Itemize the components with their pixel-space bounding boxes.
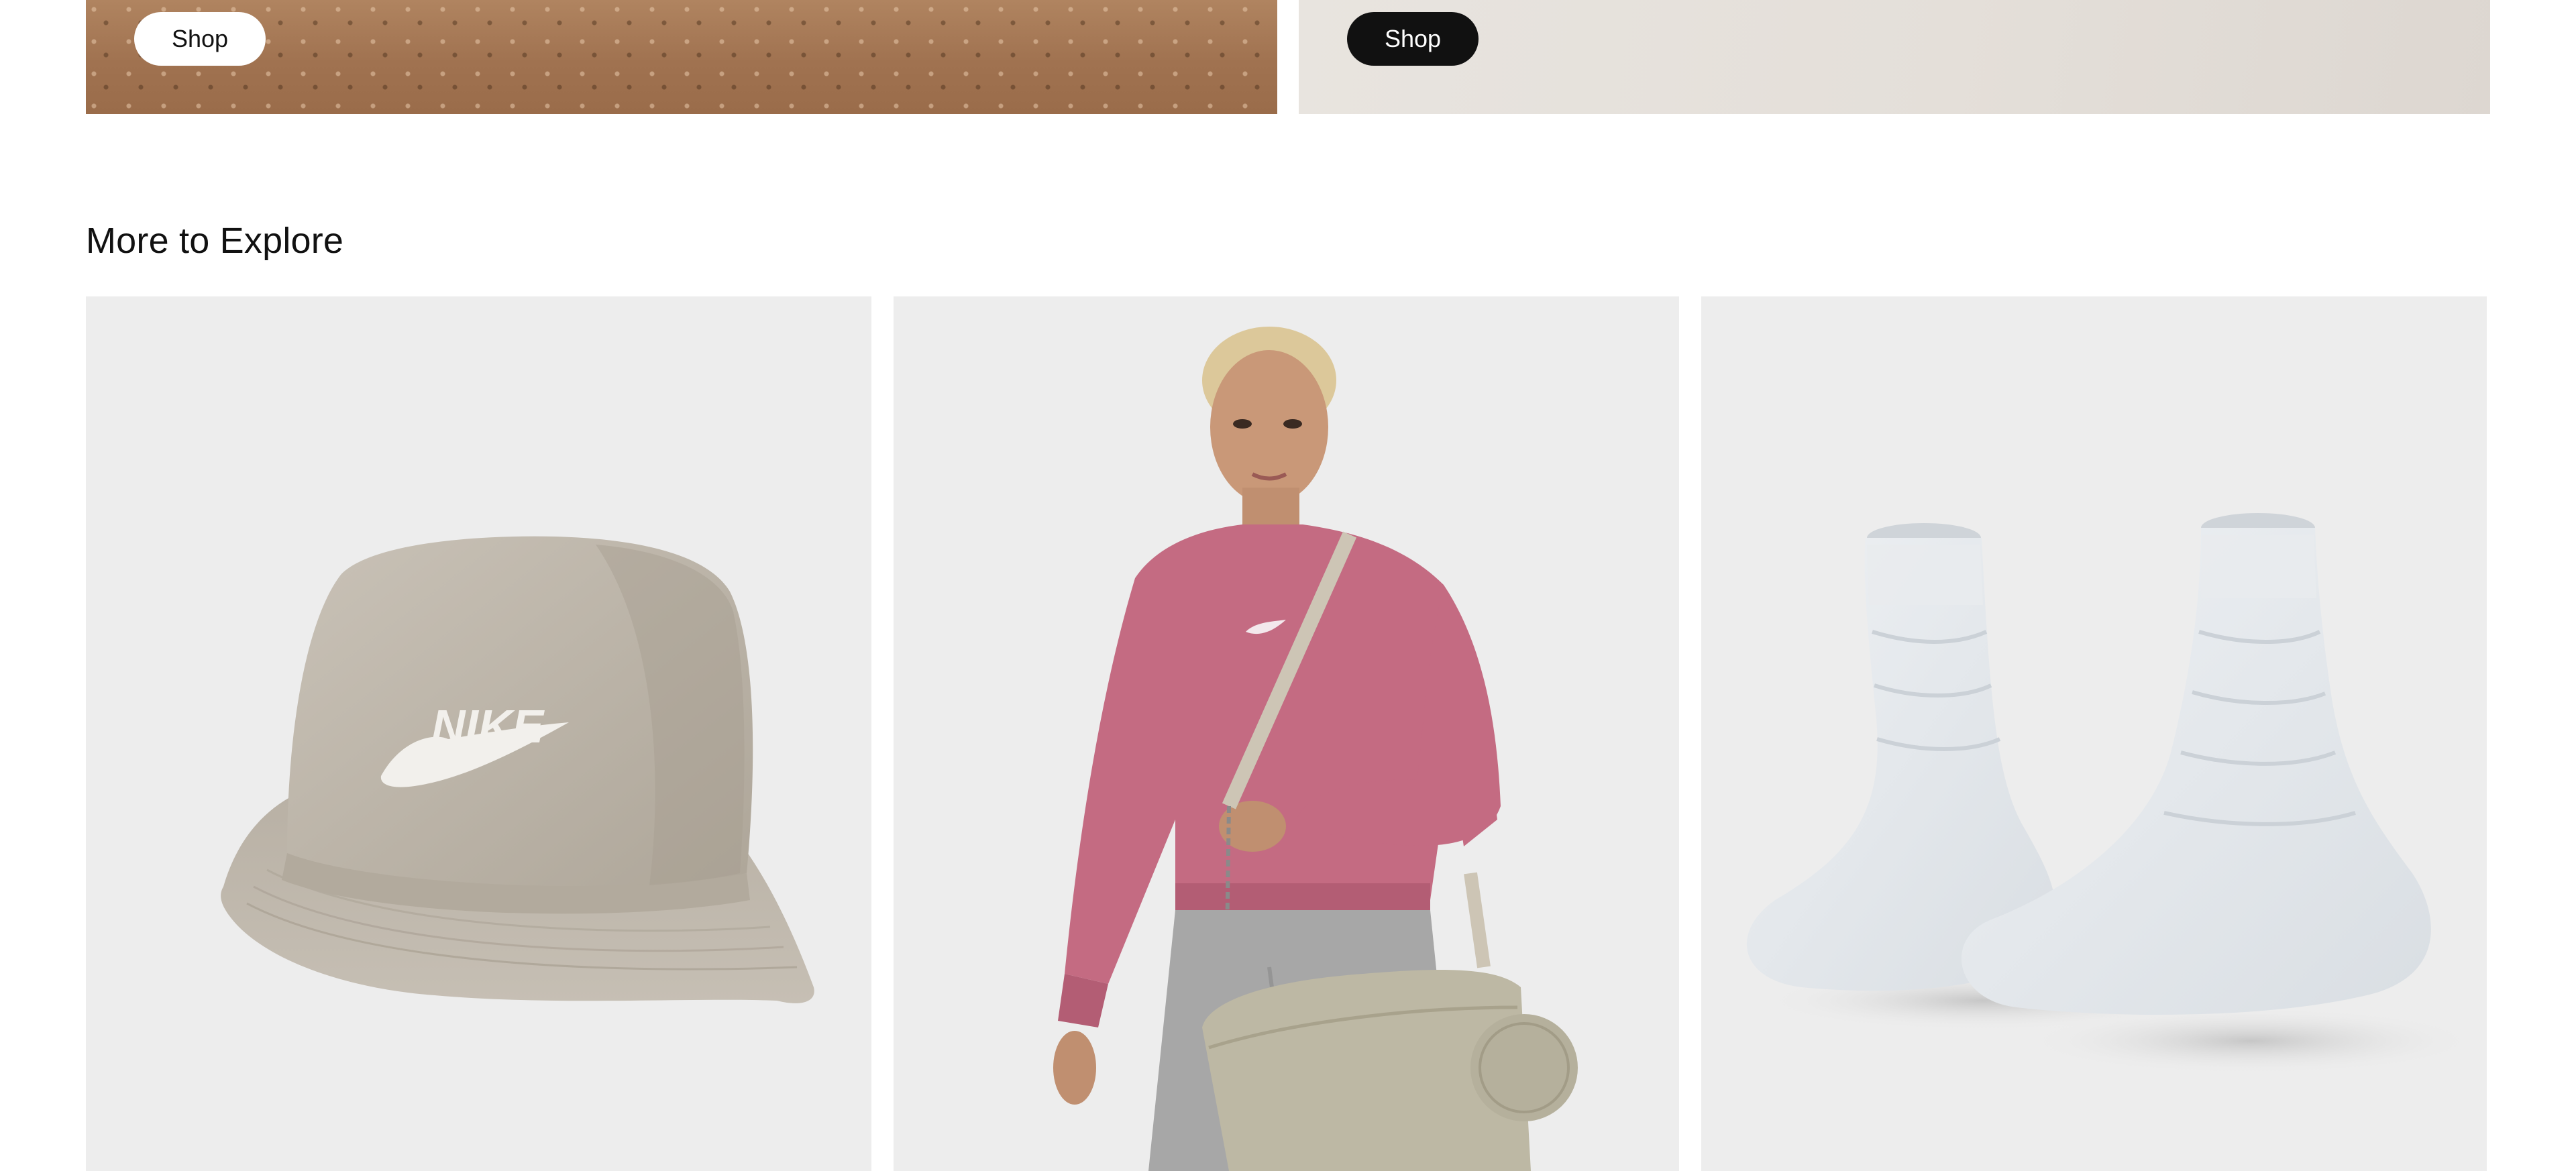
bucket-hat-image: NIKE xyxy=(221,536,814,1003)
socks-image xyxy=(1746,513,2479,1074)
explore-card-model-tote[interactable] xyxy=(894,296,1679,1171)
shop-button-right[interactable]: Shop xyxy=(1347,12,1479,66)
shop-button-left[interactable]: Shop xyxy=(134,12,266,66)
hero-banner-left[interactable]: Shop xyxy=(86,0,1277,114)
model-tote-image xyxy=(1053,327,1578,1171)
explore-card-socks[interactable] xyxy=(1701,296,2487,1171)
hero-banner-right[interactable]: Shop xyxy=(1299,0,2490,114)
explore-card-bucket-hat[interactable]: NIKE xyxy=(86,296,871,1171)
section-title: More to Explore xyxy=(86,221,344,261)
page: Shop Shop More to Explore NIKE xyxy=(0,0,2576,1171)
